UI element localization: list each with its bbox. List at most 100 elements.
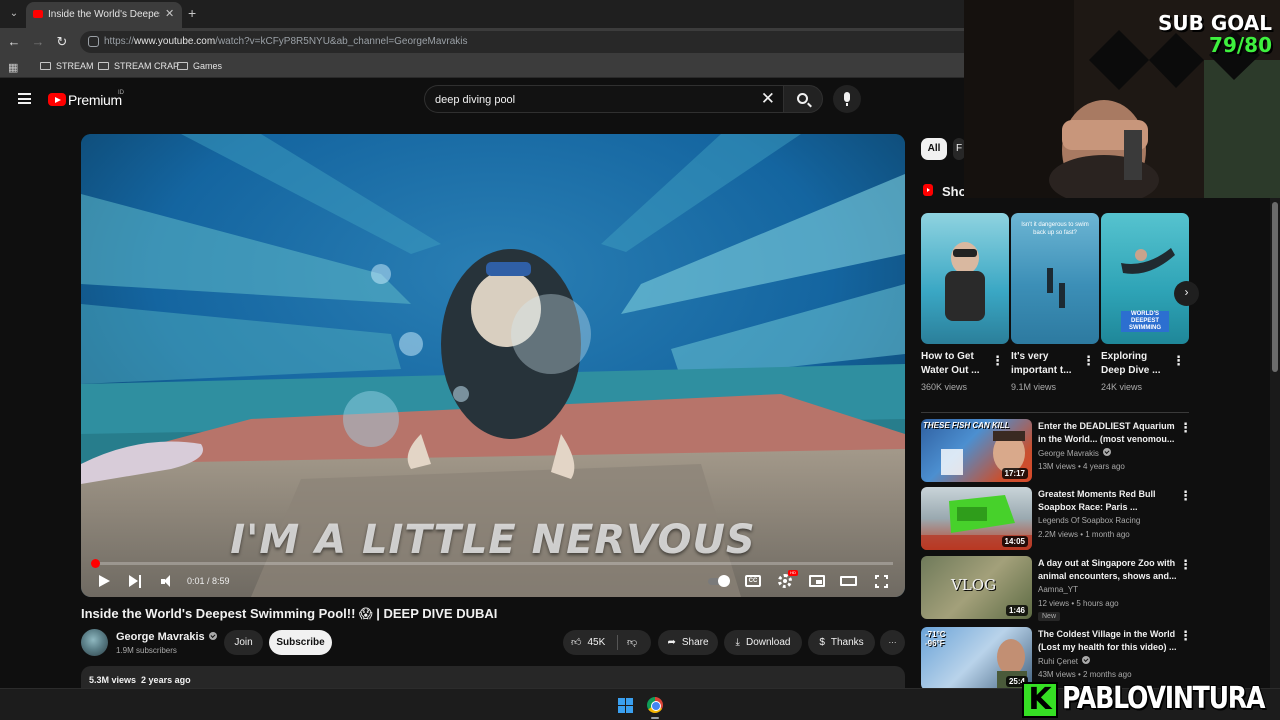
rec-channel-3[interactable]: Aamna_YT — [1038, 585, 1078, 594]
youtube-logo-text[interactable]: Premium — [68, 92, 122, 108]
more-vert-icon[interactable]: ⋮ — [1179, 557, 1192, 573]
rec-title-4[interactable]: The Coldest Village in the World (Lost my… — [1038, 628, 1176, 654]
address-bar[interactable]: https://www.youtube.com/watch?v=kCFyP8R5… — [80, 31, 980, 53]
subscribe-button[interactable]: Subscribe — [269, 630, 332, 655]
short-thumbnail-2[interactable]: Isn't it dangerous to swim back up so fa… — [1011, 213, 1099, 344]
hamburger-icon[interactable] — [18, 93, 31, 104]
browser-tab[interactable]: Inside the World's Deepest Swin ✕ — [26, 2, 182, 28]
youtube-logo-icon[interactable] — [48, 93, 66, 106]
progress-bar[interactable] — [90, 559, 893, 568]
video-player[interactable]: I'M A LITTLE NERVOUS 0:01 / 8:59 CC HD — [81, 134, 905, 597]
more-vert-icon[interactable]: ⋮ — [1179, 628, 1192, 644]
dislike-icon[interactable]: 👎︎ — [627, 630, 637, 655]
clear-search-icon[interactable]: ✕ — [761, 89, 775, 109]
more-vert-icon[interactable]: ⋮ — [1172, 353, 1185, 369]
miniplayer-icon[interactable] — [809, 575, 825, 587]
search-query[interactable]: deep diving pool — [435, 94, 515, 106]
bookmark-games[interactable]: Games — [177, 61, 222, 71]
thanks-icon: $ — [819, 637, 825, 648]
volume-icon[interactable] — [161, 575, 175, 588]
rec-title-1[interactable]: Enter the DEADLIEST Aquarium in the World… — [1038, 420, 1176, 446]
channel-name[interactable]: George Mavrakis — [116, 631, 217, 643]
short-thumbnail-3[interactable]: WORLD'S DEEPEST SWIMMING — [1101, 213, 1189, 344]
new-tab-icon[interactable]: + — [188, 5, 196, 21]
rec-title-3[interactable]: A day out at Singapore Zoo with animal en… — [1038, 557, 1176, 583]
more-vert-icon[interactable]: ⋮ — [1082, 353, 1095, 369]
rec-channel-1[interactable]: George Mavrakis — [1038, 448, 1111, 458]
verified-icon — [1082, 656, 1091, 664]
forward-icon[interactable]: → — [30, 34, 46, 49]
short-views-3: 24K views — [1101, 382, 1143, 392]
chevron-right-icon[interactable]: › — [1174, 281, 1199, 306]
join-button[interactable]: Join — [224, 630, 263, 655]
like-icon[interactable]: 👍︎ — [571, 630, 581, 655]
bookmark-stream-crap[interactable]: STREAM CRAP — [98, 61, 179, 71]
short-title-3[interactable]: Exploring Deep Dive ... — [1101, 350, 1171, 378]
youtube-favicon-icon — [33, 10, 43, 18]
hd-badge: HD — [788, 570, 798, 576]
like-divider — [617, 635, 618, 650]
rec-title-2[interactable]: Greatest Moments Red Bull Soapbox Race: P… — [1038, 488, 1176, 514]
thanks-button[interactable]: $ Thanks — [808, 630, 875, 655]
short-thumb-art — [945, 242, 985, 321]
rec-thumbnail-1[interactable]: THESE FISH CAN KILL 17:17 — [921, 419, 1032, 482]
page-scrollbar[interactable] — [1270, 198, 1280, 688]
rec-thumbnail-2[interactable]: 14:05 — [921, 487, 1032, 550]
share-button[interactable]: ➦ Share — [658, 630, 718, 655]
video-caption-text: I'M A LITTLE NERVOUS — [230, 517, 756, 563]
description-box[interactable]: 5.3M views 2 years ago — [81, 666, 905, 690]
more-actions-button[interactable]: ··· — [880, 630, 905, 655]
more-vert-icon[interactable]: ⋮ — [991, 353, 1004, 369]
progress-scrubber[interactable] — [90, 559, 100, 568]
address-url[interactable]: https://www.youtube.com/watch?v=kCFyP8R5… — [104, 36, 468, 47]
tab-search-icon[interactable]: ⌄ — [6, 6, 22, 22]
short-title-1[interactable]: How to Get Water Out ... — [921, 350, 991, 378]
short-thumb-art — [1047, 268, 1065, 308]
play-icon[interactable] — [99, 575, 110, 587]
chip-all[interactable]: All — [921, 138, 947, 160]
autoplay-toggle[interactable] — [708, 575, 730, 587]
sidebar-divider — [921, 412, 1189, 413]
brand-name: PABLOVINTURA — [1062, 681, 1265, 716]
theater-mode-icon[interactable] — [840, 576, 857, 586]
windows-icon[interactable] — [618, 698, 633, 713]
chrome-icon[interactable] — [647, 697, 663, 713]
voice-search-button[interactable] — [833, 85, 861, 113]
webcam-overlay: SUB GOAL 79/80 — [964, 0, 1280, 198]
site-info-icon[interactable] — [88, 36, 99, 47]
channel-avatar[interactable] — [81, 629, 108, 656]
scrollbar-thumb[interactable] — [1272, 202, 1278, 372]
tab-close-icon[interactable]: ✕ — [165, 7, 174, 20]
video-title: Inside the World's Deepest Swimming Pool… — [81, 606, 498, 621]
settings-icon[interactable] — [778, 574, 792, 588]
rec-thumbnail-4[interactable]: -71°C -96°F 25:4 — [921, 627, 1032, 690]
more-vert-icon[interactable]: ⋮ — [1179, 420, 1192, 436]
rec-meta-2: 2.2M views • 1 month ago — [1038, 530, 1130, 539]
bookmark-stream[interactable]: STREAM — [40, 61, 94, 71]
short-thumbnail-1[interactable] — [921, 213, 1009, 344]
apps-grid-icon[interactable]: ▦ — [8, 61, 18, 74]
country-code: ID — [118, 90, 124, 96]
active-app-indicator — [651, 717, 659, 719]
verified-icon — [208, 632, 217, 640]
sub-goal-label: SUB GOAL — [1158, 11, 1272, 35]
download-button[interactable]: ⤓ Download — [724, 630, 802, 655]
shorts-heading: Sho — [942, 184, 967, 199]
next-icon[interactable] — [129, 575, 142, 588]
new-badge: New — [1038, 612, 1061, 621]
rec-channel-4[interactable]: Ruhi Çenet — [1038, 656, 1091, 666]
back-icon[interactable]: ← — [6, 34, 22, 49]
short-title-2[interactable]: It's very important t... — [1011, 350, 1081, 378]
fullscreen-icon[interactable] — [875, 575, 888, 588]
more-vert-icon[interactable]: ⋮ — [1179, 488, 1192, 504]
like-count[interactable]: 45K — [587, 637, 605, 648]
like-dislike-group: 👍︎ 45K 👎︎ — [563, 630, 651, 655]
rec-thumbnail-3[interactable]: VLOG 1:46 — [921, 556, 1032, 619]
captions-button[interactable]: CC — [745, 575, 761, 587]
rec-channel-2[interactable]: Legends Of Soapbox Racing — [1038, 516, 1140, 525]
search-input[interactable]: deep diving pool ✕ — [424, 85, 783, 113]
reload-icon[interactable]: ↻ — [54, 34, 70, 50]
share-icon: ➦ — [667, 637, 676, 648]
search-button[interactable] — [783, 85, 823, 113]
download-icon: ⤓ — [735, 637, 740, 648]
